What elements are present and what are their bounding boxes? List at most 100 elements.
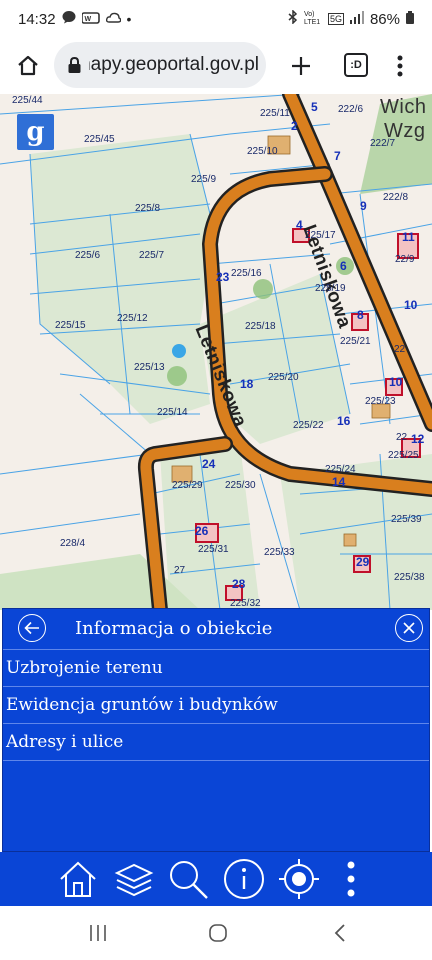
panel-title: Informacja o obiekcie [75, 618, 273, 639]
browser-home-icon [18, 55, 38, 76]
house-number: 16 [337, 414, 351, 428]
parcel-label: 225/30 [225, 480, 256, 491]
parcel-label: 225/11 [260, 108, 290, 119]
parcel-label: 22 [394, 344, 406, 355]
parcel-label: 225/24 [325, 464, 356, 475]
browser-toolbar: mapy.geoportal.gov.pl :D [0, 38, 432, 94]
address-bar[interactable]: mapy.geoportal.gov.pl [54, 42, 266, 88]
parcel-label: 222/6 [338, 104, 364, 115]
locate-button[interactable] [277, 856, 321, 902]
geoportal-logo-button[interactable]: g [17, 114, 54, 150]
status-bar: 14:32 W • Vo) LTE1 5G 86% [0, 0, 432, 38]
home-icon [60, 861, 96, 897]
close-button[interactable] [395, 614, 423, 642]
parcel-label: 225/18 [245, 321, 276, 332]
parcel-label: 225/6 [75, 250, 101, 261]
search-button[interactable] [166, 856, 210, 902]
signal-icon [349, 10, 364, 28]
parcel-label: 228/4 [60, 538, 86, 549]
svg-text:W: W [84, 16, 91, 23]
parcel-label: 225/17 [305, 230, 336, 241]
dot-icon: • [126, 11, 132, 27]
layers-icon [114, 863, 154, 897]
plus-icon [292, 57, 310, 75]
house-number: 28 [232, 577, 246, 591]
place-label: Wich [380, 96, 427, 118]
arrow-left-icon [24, 621, 39, 635]
layers-button[interactable] [112, 856, 156, 902]
tab-count-icon: :D [344, 53, 368, 77]
parcel-label: 22 [396, 432, 408, 443]
parcel-label: 225/25 [388, 450, 419, 461]
parcel-label: 225/38 [394, 572, 425, 583]
locate-icon [279, 859, 319, 899]
parcel-label: 225/22 [293, 420, 324, 431]
house-number: 29 [356, 555, 370, 569]
house-number: 24 [202, 457, 216, 471]
info-icon [224, 859, 264, 899]
chat-notification-icon [62, 10, 76, 28]
home-button[interactable] [12, 50, 44, 82]
parcel-label: 225/16 [231, 268, 262, 279]
parcel-label: 225/33 [264, 547, 295, 558]
parcel-label: 225/12 [117, 313, 148, 324]
house-number: 7 [334, 149, 341, 163]
parcel-label: 225/44 [12, 95, 43, 106]
info-button[interactable] [222, 856, 266, 902]
home-map-button[interactable] [56, 856, 100, 902]
panel-item-utilities[interactable]: Uzbrojenie terenu [3, 650, 429, 687]
parcel-label: 225/9 [191, 174, 217, 185]
back-nav-button[interactable] [322, 918, 358, 948]
parcel-label: 225/7 [139, 250, 165, 261]
house-number: 18 [240, 377, 254, 391]
home-nav-button[interactable] [200, 918, 236, 948]
more-button[interactable] [336, 856, 366, 902]
house-number: 14 [332, 475, 346, 489]
lock-icon [68, 57, 81, 73]
back-nav-icon [334, 924, 345, 942]
panel-header: Informacja o obiekcie [3, 609, 429, 650]
back-button[interactable] [18, 614, 46, 642]
geoportal-g-icon: g [26, 117, 45, 147]
status-time: 14:32 [18, 10, 56, 28]
parcel-label: 225/10 [247, 146, 278, 157]
panel-item-land-registry[interactable]: Ewidencja gruntów i budynków [3, 687, 429, 724]
parcel-label: 225/8 [135, 203, 161, 214]
parcel-label: 225/23 [365, 396, 396, 407]
parcel-label: 225/14 [157, 407, 188, 418]
search-icon [170, 861, 208, 899]
house-number: 9 [360, 199, 367, 213]
parcel-label: 222/7 [370, 138, 396, 149]
house-number: 11 [402, 230, 415, 244]
url-text: mapy.geoportal.gov.pl [89, 54, 259, 75]
object-info-panel: Informacja o obiekcie Uzbrojenie terenu … [2, 608, 430, 852]
parcel-label: 225/31 [198, 544, 229, 555]
tab-count: :D [350, 59, 362, 71]
battery-percent: 86% [369, 10, 400, 28]
house-number: 12 [411, 432, 425, 446]
bluetooth-icon [288, 9, 298, 28]
parcel-label: 225/39 [391, 514, 422, 525]
house-number: 8 [357, 308, 364, 322]
battery-icon [406, 10, 414, 28]
network-indicator: 5G [327, 13, 344, 25]
new-tab-button[interactable] [285, 50, 317, 82]
parcel-label: 225/13 [134, 362, 165, 373]
recents-icon [90, 925, 106, 941]
app-notification-icon: W [80, 11, 100, 28]
house-number: 26 [195, 524, 209, 538]
panel-item-addresses[interactable]: Adresy i ulice [3, 724, 429, 761]
map-view[interactable]: Wich Wzg Letniskowa Letniskowa 225/44 22… [0, 94, 432, 610]
recents-button[interactable] [80, 918, 116, 948]
cloud-notification-icon [105, 11, 121, 28]
map-toolbar [0, 852, 432, 906]
house-number: 4 [296, 218, 303, 232]
house-number: 2 [291, 119, 298, 133]
parcel-label: 225/15 [55, 320, 86, 331]
more-icon [347, 861, 355, 897]
browser-menu-button[interactable] [388, 50, 412, 82]
house-number: 10 [389, 375, 403, 389]
home-nav-icon [209, 924, 227, 942]
house-number: 6 [340, 259, 347, 273]
tab-switcher-button[interactable]: :D [342, 51, 370, 79]
